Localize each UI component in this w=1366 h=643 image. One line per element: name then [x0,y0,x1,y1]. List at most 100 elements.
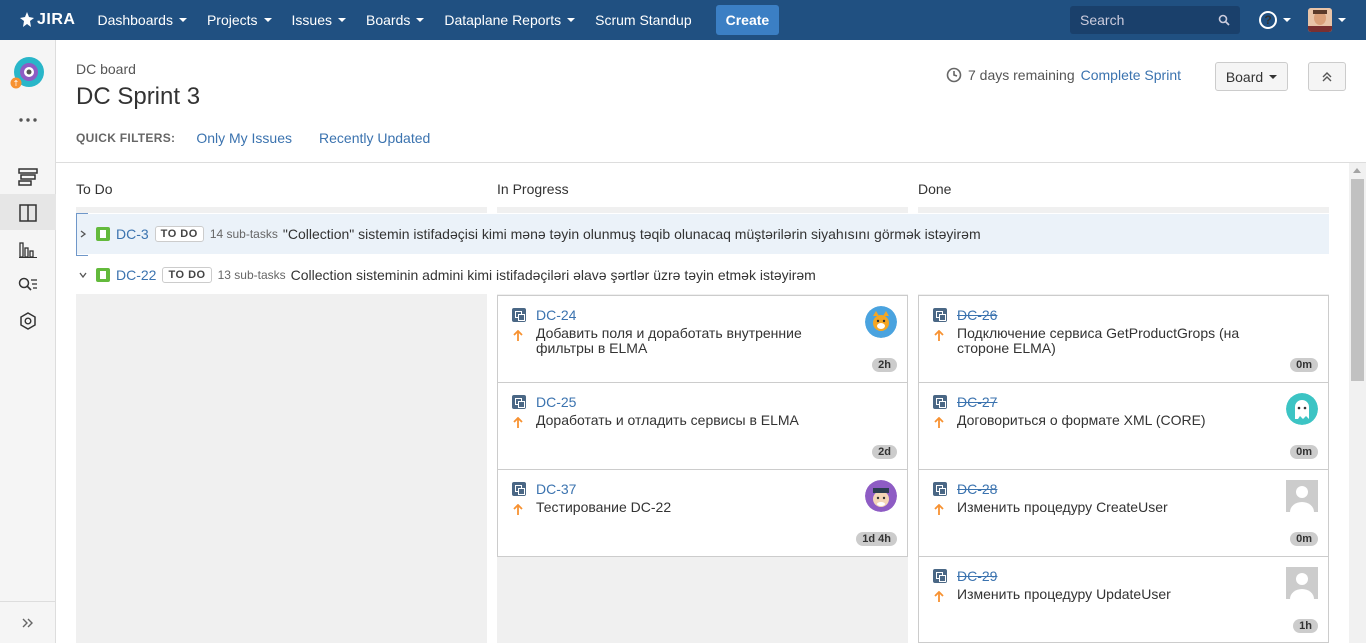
nav-boards[interactable]: Boards [366,12,425,28]
logo-text: JIRA [37,11,76,28]
user-avatar [1308,8,1332,32]
card-key[interactable]: DC-24 [536,307,576,323]
complete-sprint-link[interactable]: Complete Sprint [1081,67,1181,83]
components-icon[interactable] [18,311,38,331]
card-summary: Доработать и отладить сервисы в ELMA [536,412,799,428]
status-badge: TO DO [162,267,212,283]
more-icon[interactable] [18,110,38,130]
jira-logo[interactable]: JIRA [20,11,75,29]
collapse-header-button[interactable] [1308,62,1346,91]
reports-icon[interactable] [18,239,38,259]
swimlane-dc-22[interactable]: DC-22 TO DO 13 sub-tasks Collection sist… [76,257,1329,293]
header-divider [56,162,1366,163]
issue-card[interactable]: DC-37 Тестирование DC-22 1d 4h [497,469,908,557]
user-menu[interactable] [1308,8,1346,32]
sprint-timer: 7 days remaining Complete Sprint [946,67,1181,83]
expand-sidebar-icon[interactable] [18,613,38,633]
issue-card[interactable]: DC-27 Договориться о формате XML (CORE) … [918,382,1329,470]
scroll-up-arrow-icon[interactable] [1353,168,1361,173]
chevron-down-icon [178,18,187,22]
clock-icon [946,67,962,83]
estimate-badge: 0m [1290,445,1318,459]
subtask-icon [933,308,947,322]
subtask-count: 14 sub-tasks [209,227,278,241]
card-key[interactable]: DC-26 [957,307,997,323]
issue-summary: Collection sisteminin admini kimi istifa… [290,267,816,283]
page-title: DC Sprint 3 [76,83,201,110]
cat-avatar[interactable] [865,306,897,338]
chevron-down-icon[interactable] [76,272,90,278]
project-logo-icon: ↑ [10,57,44,89]
scrollbar-thumb[interactable] [1351,179,1364,381]
default-avatar[interactable] [1286,567,1318,599]
subtask-icon [512,482,526,496]
vertical-scrollbar[interactable] [1349,163,1366,643]
card-summary: Тестирование DC-22 [536,499,672,515]
board-menu-button[interactable]: Board [1215,62,1288,91]
search-placeholder: Search [1080,12,1125,28]
nav-issues[interactable]: Issues [292,12,346,28]
default-avatar[interactable] [1286,480,1318,512]
card-key[interactable]: DC-28 [957,481,997,497]
chevron-down-icon [1338,18,1346,22]
quick-filters: QUICK FILTERS: Only My Issues Recently U… [76,130,457,146]
priority-major-icon [513,330,523,341]
svg-text:↑: ↑ [13,79,20,88]
nav-projects[interactable]: Projects [207,12,272,28]
chevron-up-double-icon [1322,71,1332,81]
filter-only-my-issues[interactable]: Only My Issues [196,130,292,146]
issue-key[interactable]: DC-3 [116,226,149,242]
issue-card[interactable]: DC-26 Подключение сервиса GetProductGrop… [918,295,1329,383]
issue-card[interactable]: DC-24 Добавить поля и доработать внутрен… [497,295,908,383]
card-key[interactable]: DC-29 [957,568,997,584]
column-header-in-progress: In Progress [497,181,569,197]
nav-dataplane-reports[interactable]: Dataplane Reports [444,12,576,28]
board-name[interactable]: DC board [76,61,136,77]
issue-card[interactable]: DC-25 Доработать и отладить сервисы в EL… [497,382,908,470]
story-icon [96,227,110,241]
create-button[interactable]: Create [715,5,780,35]
backlog-icon[interactable] [18,167,38,187]
filter-recently-updated[interactable]: Recently Updated [319,130,430,146]
priority-major-icon [513,417,523,428]
card-summary: Изменить процедуру UpdateUser [957,586,1171,602]
issue-key[interactable]: DC-22 [116,267,156,283]
estimate-badge: 2h [872,358,897,372]
column-bg-todo [76,294,487,643]
issue-card[interactable]: DC-28 Изменить процедуру CreateUser 0m [918,469,1329,557]
card-summary: Подключение сервиса GetProductGrops (на … [957,325,1240,356]
card-key[interactable]: DC-37 [536,481,576,497]
chevron-down-icon [1283,18,1291,22]
chevron-down-icon [567,18,576,22]
column-bg-todo-top [76,207,487,213]
card-summary: Изменить процедуру CreateUser [957,499,1168,515]
subtask-icon [512,308,526,322]
subtask-icon [933,569,947,583]
card-key[interactable]: DC-27 [957,394,997,410]
nav-scrum-standup[interactable]: Scrum Standup [595,12,692,28]
hat-avatar[interactable] [865,480,897,512]
active-sprint-icon[interactable] [18,203,38,223]
estimate-badge: 0m [1290,358,1318,372]
estimate-badge: 0m [1290,532,1318,546]
search-icon [1218,14,1230,26]
swimlane-dc-3[interactable]: DC-3 TO DO 14 sub-tasks "Collection" sis… [76,214,1329,254]
column-bg-done-top [918,207,1329,213]
subtask-icon [512,395,526,409]
jira-logo-icon [20,12,34,27]
column-bg-progress-top [497,207,908,213]
swimlane-focus-edge [76,213,88,256]
nav-dashboards[interactable]: Dashboards [97,12,187,28]
issue-card[interactable]: DC-29 Изменить процедуру UpdateUser 1h [918,556,1329,643]
subtask-icon [933,482,947,496]
project-avatar[interactable]: ↑ [10,56,46,92]
search-input[interactable]: Search [1070,6,1240,34]
ghost-avatar[interactable] [1286,393,1318,425]
priority-major-icon [934,330,944,341]
issue-search-icon[interactable] [18,275,38,295]
subtask-count: 13 sub-tasks [217,268,286,282]
priority-major-icon [934,591,944,602]
column-header-todo: To Do [76,181,113,197]
card-key[interactable]: DC-25 [536,394,576,410]
help-menu[interactable]: ? [1259,11,1291,29]
